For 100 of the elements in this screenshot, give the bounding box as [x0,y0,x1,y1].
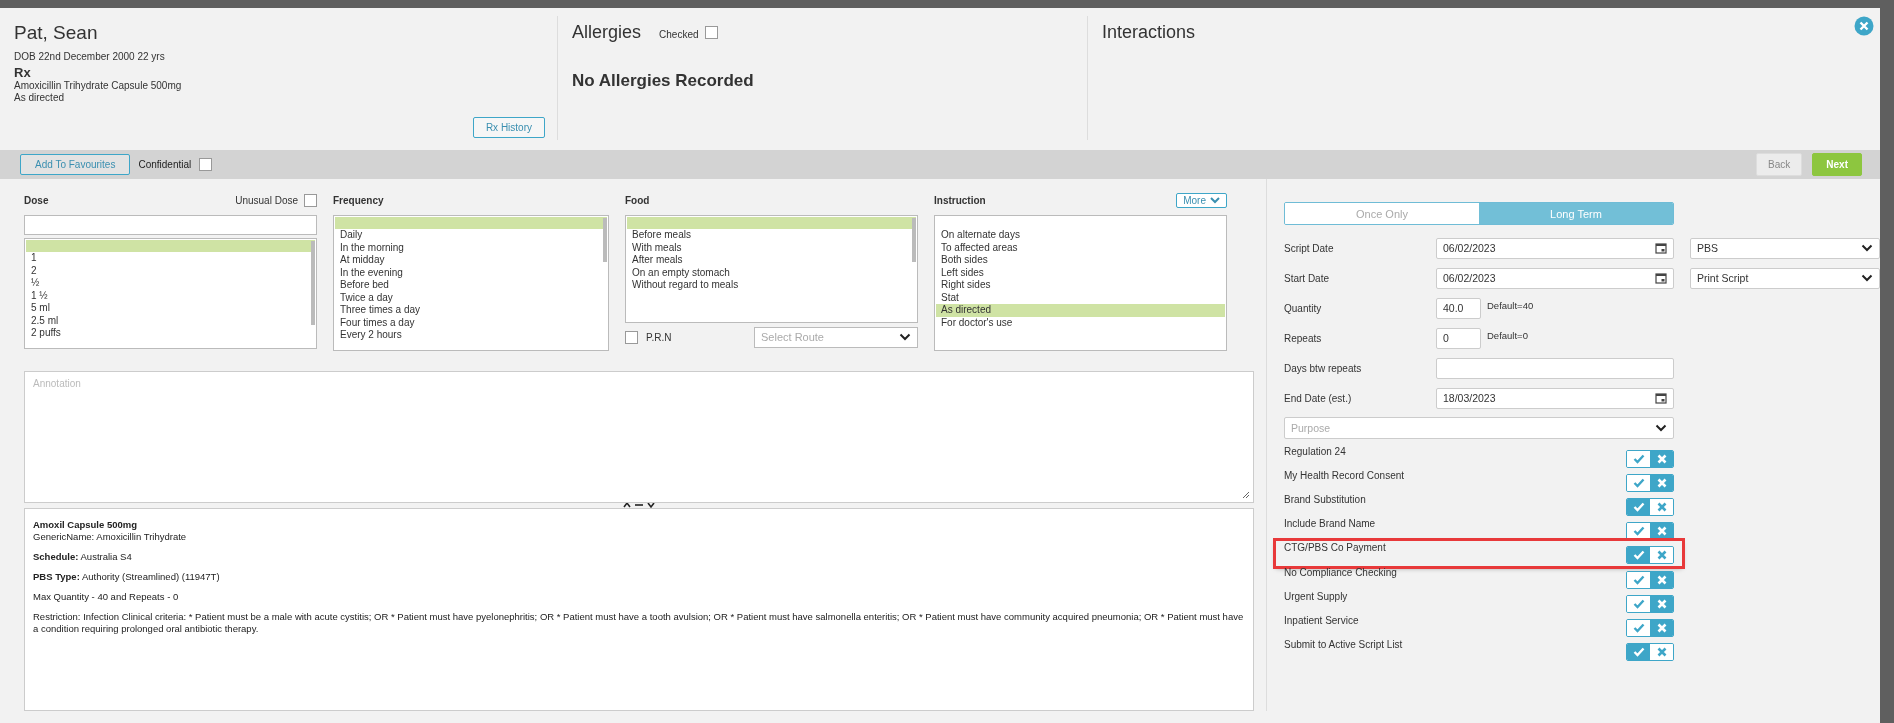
checkbox-label: Confidential [138,159,192,170]
list-item[interactable]: Both sides [936,254,1225,267]
number-field[interactable]: 0 [1436,327,1481,349]
list-item[interactable]: Without regard to meals [627,279,916,292]
option-label: Inpatient Service [1284,615,1359,626]
list-item[interactable]: In the morning [335,241,607,254]
allergies-checkbox[interactable] [704,26,718,39]
yes-no-toggle[interactable] [1626,474,1674,492]
column-heading: Frequency [333,194,385,206]
yes-no-toggle[interactable] [1626,571,1674,589]
list-item[interactable]: Before bed [335,279,607,292]
column-heading: Instruction [934,194,987,206]
close-icon [1656,575,1667,585]
info-paragraph: Schedule: Australia S4 [33,551,133,563]
dose-input-field[interactable] [24,215,317,235]
option-label: Urgent Supply [1284,591,1348,602]
date-field[interactable]: 06/02/2023 [1436,267,1674,289]
confidential-checkbox[interactable] [199,158,213,171]
list-item[interactable]: For doctor's use [936,316,1225,329]
list-item[interactable]: Left sides [936,266,1225,279]
drug-info-title: Amoxil Capsule 500mg [33,519,138,531]
column-heading: Food [625,194,651,206]
check-icon [1632,478,1645,488]
patient-name: Pat, Sean [14,22,99,44]
list-item[interactable]: Stat [936,291,1225,304]
list-item[interactable]: ½ [26,277,315,290]
list-item[interactable]: 1 ½ [26,289,315,302]
chevron-down-icon [1861,244,1873,252]
list-item[interactable]: Daily [335,229,607,242]
text-field[interactable] [1436,357,1674,379]
checkbox-label: P.R.N [646,331,672,343]
scrollbar-thumb[interactable] [912,218,916,262]
list-item[interactable]: To affected areas [936,241,1225,254]
check-icon [1632,502,1645,512]
list-item[interactable]: After meals [627,254,916,267]
list-item[interactable]: Before meals [627,229,916,242]
list-item[interactable]: Four times a day [335,316,607,329]
prn-checkbox[interactable] [625,330,638,344]
resize-grip-icon [1242,491,1250,499]
scrollbar-thumb[interactable] [311,241,315,325]
checkbox-label: Unusual Dose [235,194,298,206]
list-item[interactable]: Twice a day [335,291,607,304]
field-label: Script Date [1284,242,1335,254]
calendar-icon [1655,392,1667,404]
check-icon [1632,575,1645,585]
splitter-handle-icon[interactable] [623,501,655,509]
yes-no-toggle[interactable] [1626,498,1674,516]
list-item[interactable]: 2 puffs [26,327,315,340]
date-field[interactable]: 18/03/2023 [1436,387,1674,409]
yes-no-toggle[interactable] [1626,595,1674,613]
close-icon[interactable] [1854,16,1874,36]
chevron-down-icon [1210,196,1220,204]
allergies-title: Allergies [572,22,642,43]
yes-no-toggle[interactable] [1626,522,1674,540]
rx-history-button[interactable]: Rx History [472,117,545,138]
list-item[interactable]: 5 ml [26,302,315,315]
yes-no-toggle[interactable] [1626,546,1674,564]
list-item[interactable]: Every 2 hours [335,329,607,342]
number-field[interactable]: 40.0 [1436,297,1481,319]
close-icon [1656,550,1667,560]
field-value: 06/02/2023 [1443,272,1496,284]
list-item[interactable]: With meals [627,241,916,254]
close-icon [1656,526,1667,536]
drug-name: Amoxicillin Trihydrate Capsule 500mg [14,80,183,92]
yes-no-toggle[interactable] [1626,619,1674,637]
check-icon [1632,623,1645,633]
list-item[interactable]: 2.5 ml [26,314,315,327]
list-item[interactable]: In the evening [335,266,607,279]
list-item[interactable]: As directed [936,304,1225,317]
dropdown[interactable]: PBS [1690,237,1880,259]
list-item[interactable]: Three times a day [335,304,607,317]
chevron-down-icon [1861,274,1873,282]
list-item[interactable]: 2 [26,264,315,277]
option-label: My Health Record Consent [1284,470,1405,481]
chevron-down-icon [1655,424,1667,432]
interactions-title: Interactions [1102,22,1197,43]
field-label: Days btw repeats [1284,362,1363,374]
yes-no-toggle[interactable] [1626,450,1674,468]
dropdown[interactable]: Print Script [1690,267,1880,289]
chevron-down-icon [899,333,911,341]
field-label: Start Date [1284,272,1331,284]
more-button[interactable]: More [1176,192,1227,208]
placeholder-text: Purpose [1291,422,1331,434]
list-item[interactable]: At midday [335,254,607,267]
unusual-dose-checkbox[interactable] [304,193,317,207]
list-item[interactable]: On alternate days [936,229,1225,242]
field-value: 06/02/2023 [1443,242,1496,254]
list-item[interactable]: 1 [26,252,315,265]
check-icon [1632,454,1645,464]
close-icon [1656,502,1667,512]
list-item[interactable]: Right sides [936,279,1225,292]
list-item[interactable]: On an empty stomach [627,266,916,279]
yes-no-toggle[interactable] [1626,643,1674,661]
close-icon [1656,599,1667,609]
check-icon [1632,550,1645,560]
generic-name-text: GenericName: Amoxicillin Trihydrate [33,531,188,543]
default-hint: Default=40 [1487,299,1534,311]
scrollbar-thumb[interactable] [603,218,607,262]
info-paragraph: Restriction: Infection Clinical criteria: * Patient must be a male with acute cystitis; OR * Patient must have pyelonephritis; OR * Patient must have a tooth avulsion; OR * Patient must have salmonella enteritis; OR * Patient must have community acquired pneumonia; OR * Patient must have a condition requiring prolonged oral antibiotic therapy. [33,611,1245,635]
date-field[interactable]: 06/02/2023 [1436,237,1674,259]
